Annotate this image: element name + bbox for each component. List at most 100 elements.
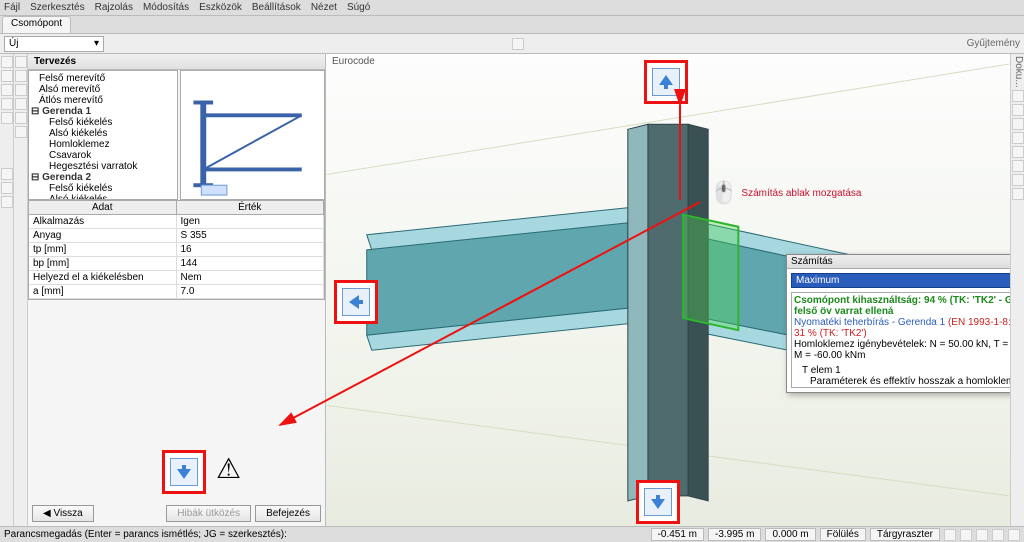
tool-icon[interactable] xyxy=(1012,174,1024,186)
tree-item[interactable]: Felső kiékelés xyxy=(31,117,175,128)
finish-button[interactable]: Befejezés xyxy=(255,505,321,522)
panel-title: Tervezés xyxy=(28,54,325,70)
tool-icon[interactable] xyxy=(1012,118,1024,130)
grid-row[interactable]: a [mm]7.0 xyxy=(29,285,324,299)
grid-cell: Alkalmazás xyxy=(29,215,177,228)
move-up-box[interactable] xyxy=(644,60,688,104)
grid-cell: a [mm] xyxy=(29,285,177,298)
tool-icon[interactable] xyxy=(15,98,27,110)
toolbar-icon[interactable] xyxy=(512,38,524,50)
move-down-box[interactable] xyxy=(162,450,206,494)
tool-icon[interactable] xyxy=(1,168,13,180)
arrow-up-icon xyxy=(652,68,680,96)
calc-combo[interactable]: Maximum ▾ xyxy=(791,273,1010,288)
tool-icon[interactable] xyxy=(15,84,27,96)
grid-row[interactable]: AlkalmazásIgen xyxy=(29,215,324,229)
menu-item[interactable]: Szerkesztés xyxy=(30,2,84,13)
tool-icon[interactable] xyxy=(1012,104,1024,116)
tab-csomopont[interactable]: Csomópont xyxy=(2,16,71,33)
calc-line: Homloklemez igénybevételek: N = 50.00 kN… xyxy=(794,339,1010,361)
grid-row[interactable]: Helyezd el a kiékelésbenNem xyxy=(29,271,324,285)
calc-line: m = 40 mm, e = 31 mm, m₂ = 161 mm, p = 7… xyxy=(794,387,1010,388)
tree-item[interactable]: Felső merevítő xyxy=(31,73,175,84)
chevron-down-icon: ▾ xyxy=(94,38,99,49)
annotation-label: 🖱️ Számítás ablak mozgatása xyxy=(710,180,861,206)
status-icon[interactable] xyxy=(1008,529,1020,541)
tree-item[interactable]: Átlós merevítő xyxy=(31,95,175,106)
coord-z: 0.000 m xyxy=(765,528,815,541)
tool-icon[interactable] xyxy=(1,84,13,96)
menu-item[interactable]: Beállítások xyxy=(252,2,301,13)
tool-icon[interactable] xyxy=(1012,132,1024,144)
grid-cell: 144 xyxy=(177,257,325,270)
arrow-left-icon xyxy=(342,288,370,316)
tool-icon[interactable] xyxy=(15,112,27,124)
tool-icon[interactable] xyxy=(1,56,13,68)
menu-item[interactable]: Módosítás xyxy=(143,2,189,13)
status-icon[interactable] xyxy=(944,529,956,541)
col-header: Érték xyxy=(177,201,325,214)
tree-item[interactable]: Csavarok xyxy=(31,150,175,161)
grid-row[interactable]: tp [mm]16 xyxy=(29,243,324,257)
tree-item[interactable]: Alsó merevítő xyxy=(31,84,175,95)
back-button[interactable]: ◀ Vissza xyxy=(32,505,94,522)
tree-item[interactable]: ⊟ Gerenda 1 xyxy=(31,106,175,117)
move-down-box-2[interactable] xyxy=(636,480,680,524)
grid-cell: tp [mm] xyxy=(29,243,177,256)
menu-item[interactable]: Nézet xyxy=(311,2,337,13)
errors-button[interactable]: Hibák ütközés xyxy=(166,505,251,522)
tool-icon[interactable] xyxy=(1,112,13,124)
arrow-down-icon xyxy=(644,488,672,516)
tool-icon[interactable] xyxy=(1,98,13,110)
status-icon[interactable] xyxy=(976,529,988,541)
grid-cell: 16 xyxy=(177,243,325,256)
tool-icon[interactable] xyxy=(1012,146,1024,158)
property-grid[interactable]: AlkalmazásIgenAnyagS 355tp [mm]16bp [mm]… xyxy=(28,215,325,300)
calc-line: Nyomatéki teherbírás - Gerenda 1 (EN 199… xyxy=(794,317,1010,339)
viewport-3d[interactable]: Eurocode xyxy=(326,54,1010,526)
grid-cell: 7.0 xyxy=(177,285,325,298)
tree-item[interactable]: Felső kiékelés xyxy=(31,183,175,194)
status-bar: Parancsmegadás (Enter = parancs ismétlés… xyxy=(0,526,1024,542)
tree-item[interactable]: Homloklemez xyxy=(31,139,175,150)
tree-item[interactable]: Alsó kiékelés xyxy=(31,128,175,139)
grid-row[interactable]: bp [mm]144 xyxy=(29,257,324,271)
coord-x: -0.451 m xyxy=(651,528,704,541)
tool-icon[interactable] xyxy=(1012,160,1024,172)
object-grid[interactable]: Tárgyraszter xyxy=(870,528,940,541)
calculation-window[interactable]: Számítás Maximum ▾ Csomópont kihasználts… xyxy=(786,254,1010,393)
menu-item[interactable]: Rajzolás xyxy=(95,2,133,13)
status-icon[interactable] xyxy=(960,529,972,541)
menu-bar: Fájl Szerkesztés Rajzolás Módosítás Eszk… xyxy=(0,0,1024,16)
new-dropdown[interactable]: Új ▾ xyxy=(4,36,104,52)
tool-icon[interactable] xyxy=(1,182,13,194)
calc-window-title[interactable]: Számítás xyxy=(787,255,1010,269)
snap-mode[interactable]: Fölülés xyxy=(820,528,866,541)
tool-icon[interactable] xyxy=(15,56,27,68)
tool-icon[interactable] xyxy=(1012,188,1024,200)
calc-combo-label: Maximum xyxy=(796,275,839,286)
status-icon[interactable] xyxy=(992,529,1004,541)
annotation-text: Számítás ablak mozgatása xyxy=(741,188,861,199)
tool-icon[interactable] xyxy=(1,70,13,82)
doku-label[interactable]: Doku... xyxy=(1011,56,1024,88)
menu-item[interactable]: Fájl xyxy=(4,2,20,13)
tree-item[interactable]: ⊟ Gerenda 2 xyxy=(31,172,175,183)
tool-icon[interactable] xyxy=(15,70,27,82)
tool-icon[interactable] xyxy=(15,126,27,138)
tree-item[interactable]: Hegesztési varratok xyxy=(31,161,175,172)
grid-cell: Anyag xyxy=(29,229,177,242)
mouse-icon: 🖱️ xyxy=(710,180,737,206)
collection-label: Gyűjtemény xyxy=(967,38,1020,49)
calc-results[interactable]: Csomópont kihasználtság: 94 % (TK: 'TK2'… xyxy=(791,292,1010,388)
tool-icon[interactable] xyxy=(1012,90,1024,102)
move-left-box[interactable] xyxy=(334,280,378,324)
menu-item[interactable]: Eszközök xyxy=(199,2,242,13)
coord-y: -3.995 m xyxy=(708,528,761,541)
grid-row[interactable]: AnyagS 355 xyxy=(29,229,324,243)
menu-item[interactable]: Súgó xyxy=(347,2,370,13)
tool-icon[interactable] xyxy=(1,196,13,208)
grid-cell: Helyezd el a kiékelésben xyxy=(29,271,177,284)
calc-summary-line: Csomópont kihasználtság: 94 % (TK: 'TK2'… xyxy=(794,295,1010,317)
design-tree[interactable]: Felső merevítőAlsó merevítőÁtlós merevít… xyxy=(28,70,178,200)
